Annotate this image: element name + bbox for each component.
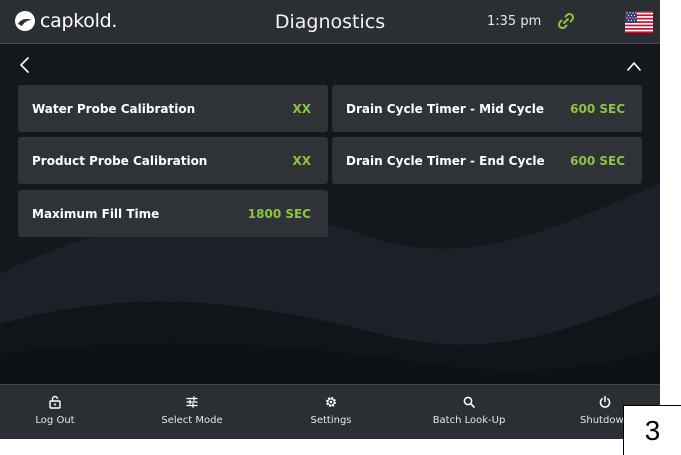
card-value: 1800 SEC bbox=[247, 206, 311, 221]
capkold-logo-icon bbox=[15, 11, 35, 31]
card-value: 600 SEC bbox=[570, 153, 625, 168]
card-drain-cycle-timer-mid[interactable]: Drain Cycle Timer - Mid Cycle 600 SEC bbox=[332, 85, 642, 132]
nav-label: Select Mode bbox=[161, 415, 223, 426]
us-flag-icon[interactable] bbox=[625, 11, 653, 33]
card-value: 600 SEC bbox=[570, 101, 625, 116]
device-screen: capkold. Diagnostics 1:35 pm Water Probe… bbox=[0, 0, 660, 439]
chevron-up-icon[interactable] bbox=[624, 58, 644, 74]
nav-log-out[interactable]: Log Out bbox=[0, 385, 110, 439]
card-label: Water Probe Calibration bbox=[32, 101, 196, 116]
top-bar: capkold. Diagnostics 1:35 pm bbox=[0, 0, 660, 44]
search-icon bbox=[463, 396, 475, 408]
back-chevron-icon[interactable] bbox=[16, 55, 34, 75]
unlock-icon bbox=[49, 395, 61, 409]
card-drain-cycle-timer-end[interactable]: Drain Cycle Timer - End Cycle 600 SEC bbox=[332, 137, 642, 184]
bottom-nav-bar: Log Out Select Mode Settings Batch Look-… bbox=[0, 384, 660, 439]
nav-label: Log Out bbox=[35, 415, 75, 426]
card-label: Drain Cycle Timer - End Cycle bbox=[346, 153, 545, 168]
card-water-probe-calibration[interactable]: Water Probe Calibration XX bbox=[18, 85, 328, 132]
sliders-icon bbox=[186, 396, 198, 408]
nav-select-mode[interactable]: Select Mode bbox=[137, 385, 247, 439]
nav-label: Batch Look-Up bbox=[432, 415, 506, 426]
brand-name: capkold. bbox=[40, 10, 118, 32]
nav-batch-look-up[interactable]: Batch Look-Up bbox=[414, 385, 524, 439]
nav-settings[interactable]: Settings bbox=[276, 385, 386, 439]
card-maximum-fill-time[interactable]: Maximum Fill Time 1800 SEC bbox=[18, 190, 328, 237]
card-label: Product Probe Calibration bbox=[32, 153, 208, 168]
page-number: 3 bbox=[623, 405, 681, 455]
card-value: XX bbox=[292, 153, 311, 168]
gear-icon bbox=[325, 396, 337, 408]
brand-logo: capkold. bbox=[14, 10, 117, 32]
card-value: XX bbox=[292, 101, 311, 116]
link-icon[interactable] bbox=[557, 12, 575, 30]
card-label: Drain Cycle Timer - Mid Cycle bbox=[346, 101, 544, 116]
card-label: Maximum Fill Time bbox=[32, 206, 160, 221]
card-product-probe-calibration[interactable]: Product Probe Calibration XX bbox=[18, 137, 328, 184]
power-icon bbox=[599, 395, 611, 408]
clock-time: 1:35 pm bbox=[487, 14, 542, 29]
nav-label: Settings bbox=[310, 415, 352, 426]
